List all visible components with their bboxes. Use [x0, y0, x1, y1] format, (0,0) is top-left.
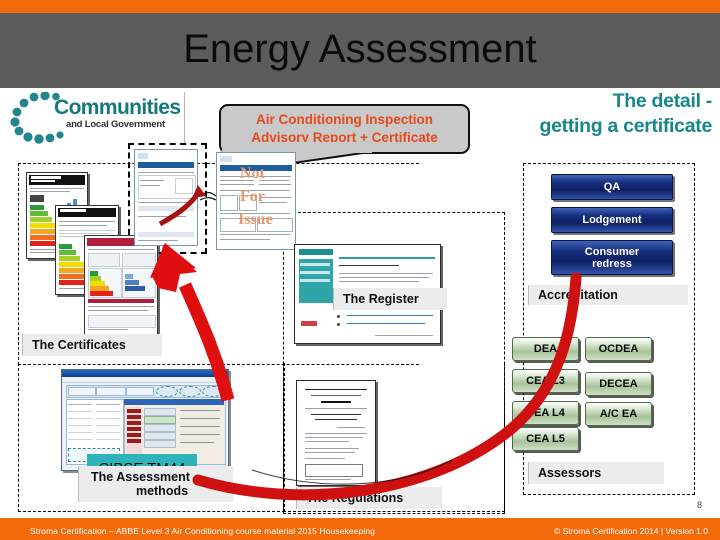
top-accent-bar	[0, 0, 720, 13]
certificates-label: The Certificates	[22, 334, 162, 356]
assessor-button-cea-l3[interactable]: CEA L3	[512, 369, 579, 393]
assessors-label: Assessors	[528, 462, 664, 484]
window-titlebar	[62, 370, 228, 377]
clg-logo: Communities and Local Government	[4, 92, 204, 144]
register-label: The Register	[333, 288, 447, 310]
slide-canvas: Energy Assessment Communities and Local …	[0, 0, 720, 540]
accreditation-button-lodgement[interactable]: Lodgement	[551, 207, 673, 233]
assessor-button-ac-ea[interactable]: A/C EA	[585, 402, 652, 426]
consumer-redress-line-2: redress	[592, 257, 632, 270]
slide-header-band: Energy Assessment	[0, 13, 720, 88]
section-heading-line-2: getting a certificate	[539, 115, 713, 137]
accreditation-button-consumer-redress[interactable]: Consumer redress	[551, 240, 673, 275]
section-heading-line-1: The detail -	[612, 90, 713, 112]
stamp-line-2: For	[240, 188, 265, 205]
section-heading: The detail - getting a certificate	[422, 89, 713, 139]
consumer-redress-line-1: Consumer	[584, 245, 640, 258]
assessor-button-decea[interactable]: DECEA	[585, 372, 652, 396]
stamp-line-1: Not	[240, 165, 265, 182]
regulations-document	[296, 380, 376, 486]
assessment-methods-label: The Assessment methods	[78, 466, 233, 502]
assessor-button-cea-l4[interactable]: CEA L4	[512, 401, 579, 425]
assessor-button-ocdea[interactable]: OCDEA	[585, 337, 652, 361]
logo-subtitle: and Local Government	[66, 119, 165, 130]
window-menubar	[62, 377, 228, 383]
assessor-button-cea-l5[interactable]: CEA L5	[512, 427, 579, 451]
page-number: 8	[696, 500, 702, 510]
assessor-button-dea[interactable]: DEA	[512, 337, 579, 361]
logo-divider	[184, 92, 185, 144]
page-title: Energy Assessment	[183, 27, 537, 71]
regulations-label: The Regulations	[296, 487, 442, 509]
footer-left-text: Stroma Certification – ABBE Level 3 Air …	[30, 526, 376, 536]
advisory-report-document	[134, 149, 198, 246]
assessment-methods-line-2: methods	[135, 484, 189, 498]
stamp-line-3: Issue	[238, 211, 273, 228]
logo-wordmark: Communities	[54, 96, 181, 119]
footer-right-text: © Stroma Certification 2014 | Version 1.…	[554, 526, 708, 536]
certificate-thumbnail-3	[84, 235, 158, 337]
accreditation-button-qa[interactable]: QA	[551, 174, 673, 200]
assessment-methods-line-1: The Assessment	[91, 470, 190, 484]
accreditation-label: Accreditation	[528, 285, 688, 305]
